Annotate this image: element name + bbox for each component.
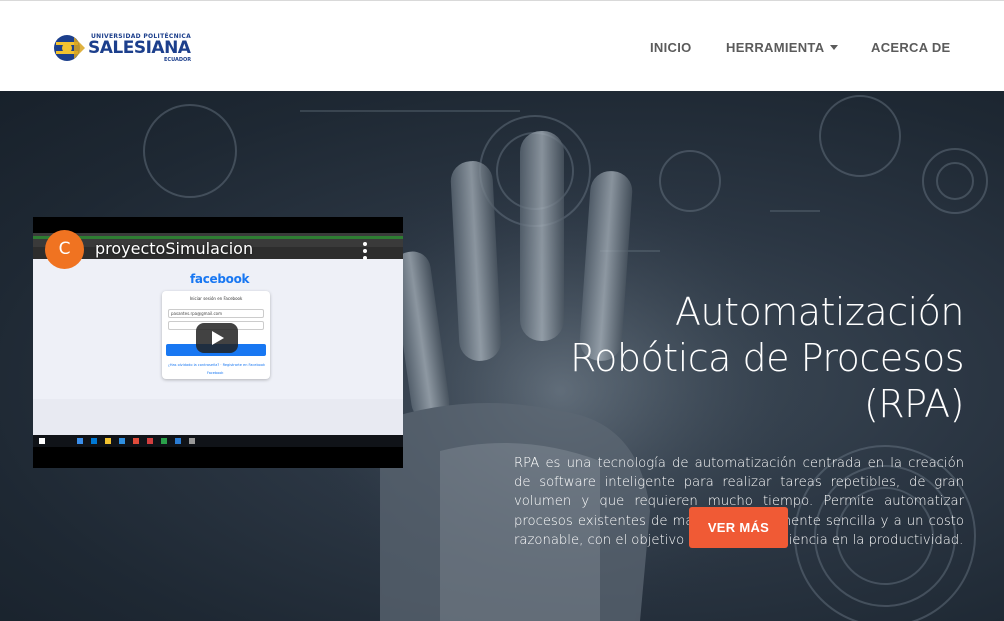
navbar: UNIVERSIDAD POLITÉCNICA SALESIANA ECUADO… <box>0 0 1004 91</box>
video-title[interactable]: proyectoSimulacion <box>95 239 253 258</box>
taskbar-app-icon <box>189 438 195 444</box>
hero-title: Automatización Robótica de Procesos (RPA… <box>512 289 965 427</box>
ver-mas-button[interactable]: VER MÁS <box>689 507 788 548</box>
login-heading: Iniciar sesión en Facebook <box>189 296 243 301</box>
channel-avatar[interactable]: C <box>45 230 84 269</box>
hero-title-line: Automatización <box>674 290 965 334</box>
facebook-logo: facebook <box>190 272 250 286</box>
windows-icon <box>39 438 45 444</box>
taskbar-app-icon <box>91 438 97 444</box>
hero-title-line: (RPA) <box>863 382 965 426</box>
ups-logo[interactable]: UNIVERSIDAD POLITÉCNICA SALESIANA ECUADO… <box>52 31 192 65</box>
hero-section: facebook Iniciar sesión en Facebook pasa… <box>0 91 1004 621</box>
taskbar-app-icon <box>119 438 125 444</box>
taskbar-app-icon <box>147 438 153 444</box>
nav-item-inicio[interactable]: INICIO <box>650 40 692 55</box>
caret-down-icon <box>830 45 839 51</box>
play-icon[interactable] <box>196 323 238 353</box>
login-email-field: pasantes.rpa@gmail.com <box>168 309 264 318</box>
video-taskbar <box>33 435 403 447</box>
nav-item-acerca-de[interactable]: ACERCA DE <box>871 40 951 55</box>
taskbar-app-icon <box>175 438 181 444</box>
taskbar-app-icon <box>105 438 111 444</box>
taskbar-app-icon <box>161 438 167 444</box>
kebab-menu-icon[interactable] <box>363 242 367 260</box>
brand-line3: ECUADOR <box>164 57 192 63</box>
nav-item-herramienta-label: HERRAMIENTA <box>726 40 825 55</box>
login-footer-link: Facebook <box>207 371 224 375</box>
taskbar-app-icon <box>77 438 83 444</box>
taskbar-app-icon <box>133 438 139 444</box>
ups-emblem-icon <box>54 35 85 61</box>
login-forgot-link: ¿Has olvidado la contraseña? · Registrar… <box>168 363 265 367</box>
brand-name: SALESIANA <box>88 38 191 58</box>
hero-title-line: Robótica de Procesos <box>569 336 965 380</box>
nav-item-herramienta[interactable]: HERRAMIENTA <box>726 40 839 55</box>
video-player[interactable]: facebook Iniciar sesión en Facebook pasa… <box>33 217 403 468</box>
